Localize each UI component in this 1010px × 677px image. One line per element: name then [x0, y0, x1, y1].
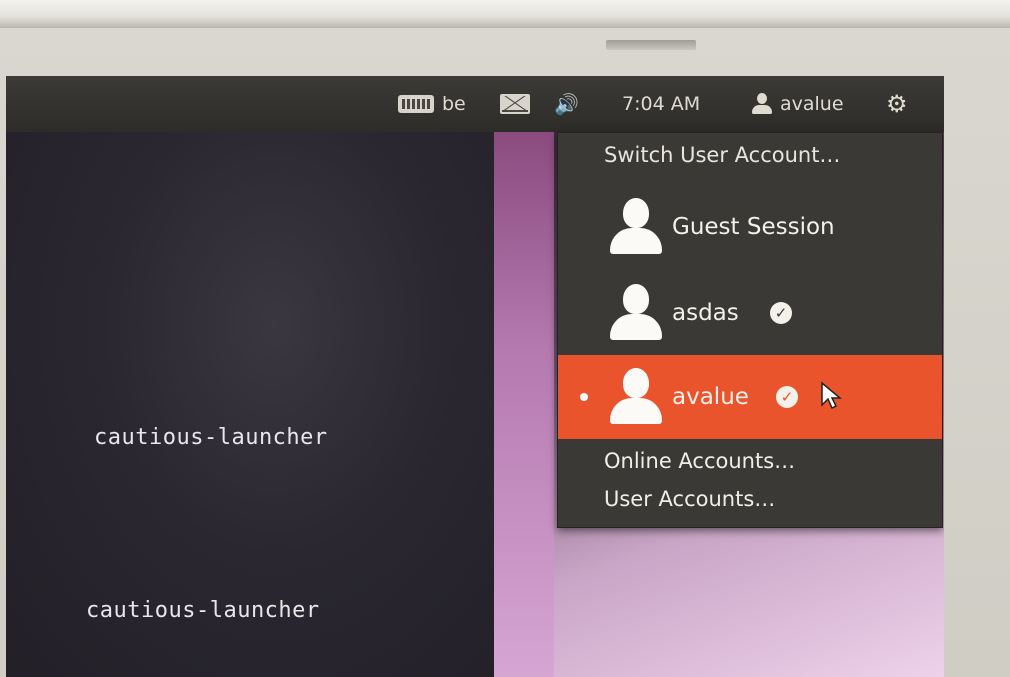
- online-accounts-item[interactable]: Online Accounts…: [604, 449, 795, 473]
- user-item-asdas[interactable]: asdas ✓: [558, 271, 942, 355]
- keyboard-indicator[interactable]: be: [398, 90, 466, 118]
- user-item-guest-session[interactable]: Guest Session: [558, 185, 942, 269]
- clock[interactable]: 7:04 AM: [622, 90, 700, 118]
- user-switch-menu: Switch User Account… Guest Session asdas…: [557, 132, 943, 528]
- mouse-pointer-icon: [821, 381, 842, 410]
- terminal-title: cautious-launcher: [86, 598, 320, 623]
- sound-indicator[interactable]: 🔊: [554, 90, 579, 118]
- gear-icon: ⚙: [886, 90, 908, 118]
- volume-icon: 🔊: [554, 92, 579, 116]
- mail-icon: [500, 94, 530, 114]
- user-name: asdas: [672, 300, 739, 326]
- terminal-title: cautious-launcher: [94, 425, 328, 450]
- terminal-window[interactable]: cautious-launcher cautious-launcher: [6, 128, 494, 677]
- logged-in-check-icon: ✓: [770, 302, 792, 324]
- user-avatar-icon: [610, 198, 662, 256]
- keyboard-icon: [398, 95, 434, 113]
- user-name: avalue: [672, 384, 749, 410]
- user-indicator-label: avalue: [780, 93, 844, 115]
- window-edge: [494, 128, 554, 677]
- user-indicator[interactable]: avalue: [752, 90, 844, 118]
- switch-user-account-item[interactable]: Switch User Account…: [604, 143, 840, 167]
- clock-label: 7:04 AM: [622, 93, 701, 115]
- session-indicator[interactable]: ⚙: [886, 90, 908, 118]
- screen: cautious-launcher cautious-launcher be 🔊…: [6, 76, 944, 677]
- bezel-top: [0, 0, 1010, 28]
- user-avatar-icon: [610, 284, 662, 342]
- user-name: Guest Session: [672, 214, 835, 240]
- monitor-bezel: cautious-launcher cautious-launcher be 🔊…: [0, 0, 1010, 677]
- user-avatar-icon: [610, 368, 662, 426]
- user-accounts-item[interactable]: User Accounts…: [604, 487, 775, 511]
- messaging-indicator[interactable]: [500, 90, 530, 118]
- top-panel: be 🔊 7:04 AM avalue ⚙: [6, 76, 944, 132]
- current-user-bullet-icon: [580, 393, 588, 401]
- bezel-notch: [606, 40, 696, 50]
- user-item-avalue[interactable]: avalue ✓: [558, 355, 942, 439]
- user-icon: [752, 93, 772, 115]
- keyboard-layout-label: be: [442, 93, 466, 115]
- logged-in-check-icon: ✓: [776, 386, 798, 408]
